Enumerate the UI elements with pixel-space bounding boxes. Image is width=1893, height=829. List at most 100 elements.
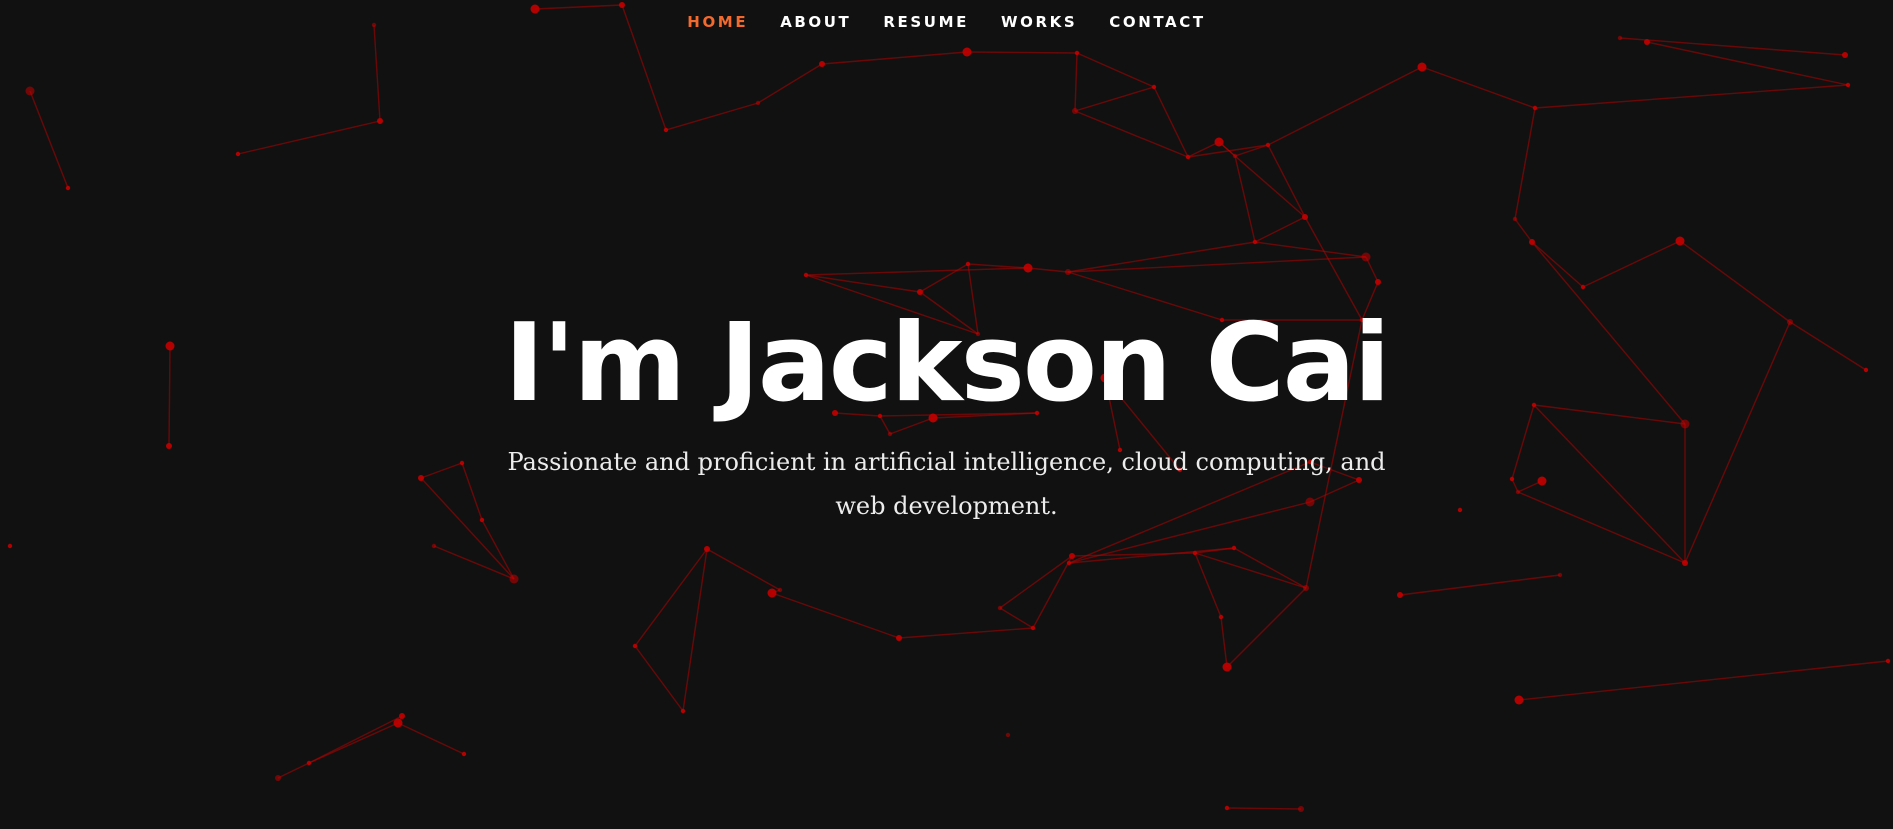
network-node (1557, 572, 1563, 578)
nav-resume-link[interactable]: RESUME (867, 0, 985, 44)
nav-home-link[interactable]: HOME (671, 0, 764, 44)
network-node (399, 713, 405, 719)
network-node (1074, 50, 1080, 56)
network-node (1151, 84, 1157, 90)
network-node (1417, 62, 1427, 72)
network-node (1302, 214, 1308, 220)
network-node (997, 605, 1003, 611)
network-link (308, 715, 403, 764)
network-link (397, 722, 465, 755)
network-link (1234, 144, 1269, 157)
network-node (803, 272, 809, 278)
network-link (898, 627, 1034, 639)
network-node (1845, 82, 1851, 88)
hero-subtitle: Passionate and proficient in artificial … (507, 448, 1386, 520)
network-node (65, 185, 71, 191)
network-link (634, 645, 684, 712)
network-link (805, 274, 921, 293)
network-link (1531, 241, 1584, 288)
network-node (1682, 560, 1688, 566)
network-link (1226, 807, 1302, 810)
network-node (1529, 239, 1535, 245)
network-link (1218, 141, 1306, 218)
network-node (767, 588, 777, 598)
network-link (1582, 240, 1681, 288)
network-node (1375, 279, 1381, 285)
network-link (665, 102, 759, 131)
network-node (1224, 805, 1230, 811)
network-link (277, 762, 310, 779)
nav-contact-link[interactable]: CONTACT (1093, 0, 1221, 44)
network-node (1514, 695, 1524, 705)
network-node (1580, 284, 1586, 290)
network-link (1194, 552, 1222, 618)
network-link (1267, 66, 1423, 146)
network-node (461, 751, 467, 757)
hero-title: I'm Jackson Cai (504, 301, 1390, 426)
network-node (1030, 625, 1036, 631)
network-link (706, 548, 781, 591)
nav-works-link[interactable]: WORKS (985, 0, 1093, 44)
network-link (1514, 107, 1536, 220)
network-link (821, 51, 968, 65)
network-node (1192, 550, 1198, 556)
network-node (755, 100, 761, 106)
network-node (1005, 732, 1011, 738)
network-node (777, 587, 783, 593)
network-node (1185, 154, 1191, 160)
network-node (1252, 239, 1258, 245)
network-node (1065, 269, 1071, 275)
network-node (1214, 137, 1224, 147)
network-link (1074, 52, 1078, 112)
network-link (634, 548, 708, 647)
network-link (237, 120, 381, 155)
network-link (999, 555, 1073, 609)
network-link (1254, 241, 1367, 258)
network-link (967, 263, 1029, 269)
network-node (1066, 560, 1072, 566)
network-node (962, 47, 972, 57)
network-node (663, 127, 669, 133)
network-node (275, 775, 281, 781)
hero-section: I'm Jackson Cai Passionate and proficien… (0, 296, 1893, 528)
network-node (306, 760, 312, 766)
network-link (1534, 84, 1849, 109)
network-node (431, 543, 437, 549)
page: HOME ABOUT RESUME WORKS CONTACT I'm Jack… (0, 0, 1893, 829)
network-node (632, 643, 638, 649)
network-node (1222, 662, 1232, 672)
network-link (919, 263, 969, 293)
network-link (1076, 52, 1155, 88)
network-node (1842, 52, 1848, 58)
network-link (805, 267, 1029, 276)
network-node (1512, 216, 1518, 222)
network-node (1675, 236, 1685, 246)
network-link (1399, 574, 1561, 596)
network-link (1220, 616, 1228, 668)
network-link (433, 545, 515, 580)
network-node (1231, 545, 1237, 551)
network-link (1027, 267, 1069, 273)
network-link (1421, 66, 1536, 109)
network-node (680, 708, 686, 714)
network-node (1072, 108, 1078, 114)
network-link (1646, 41, 1849, 86)
network-link (999, 607, 1034, 629)
nav-about-link[interactable]: ABOUT (764, 0, 867, 44)
network-node (1361, 252, 1371, 262)
network-node (235, 151, 241, 157)
network-link (1226, 587, 1307, 668)
network-node (7, 543, 13, 549)
network-link (966, 51, 1078, 54)
network-node (1023, 263, 1033, 273)
network-node (1303, 585, 1309, 591)
network-link (1153, 86, 1189, 158)
network-link (1267, 144, 1306, 218)
network-link (771, 592, 900, 639)
network-node (25, 86, 35, 96)
network-node (917, 289, 923, 295)
network-node (819, 61, 825, 67)
network-node (896, 635, 902, 641)
network-node (1532, 105, 1538, 111)
network-link (682, 548, 708, 712)
